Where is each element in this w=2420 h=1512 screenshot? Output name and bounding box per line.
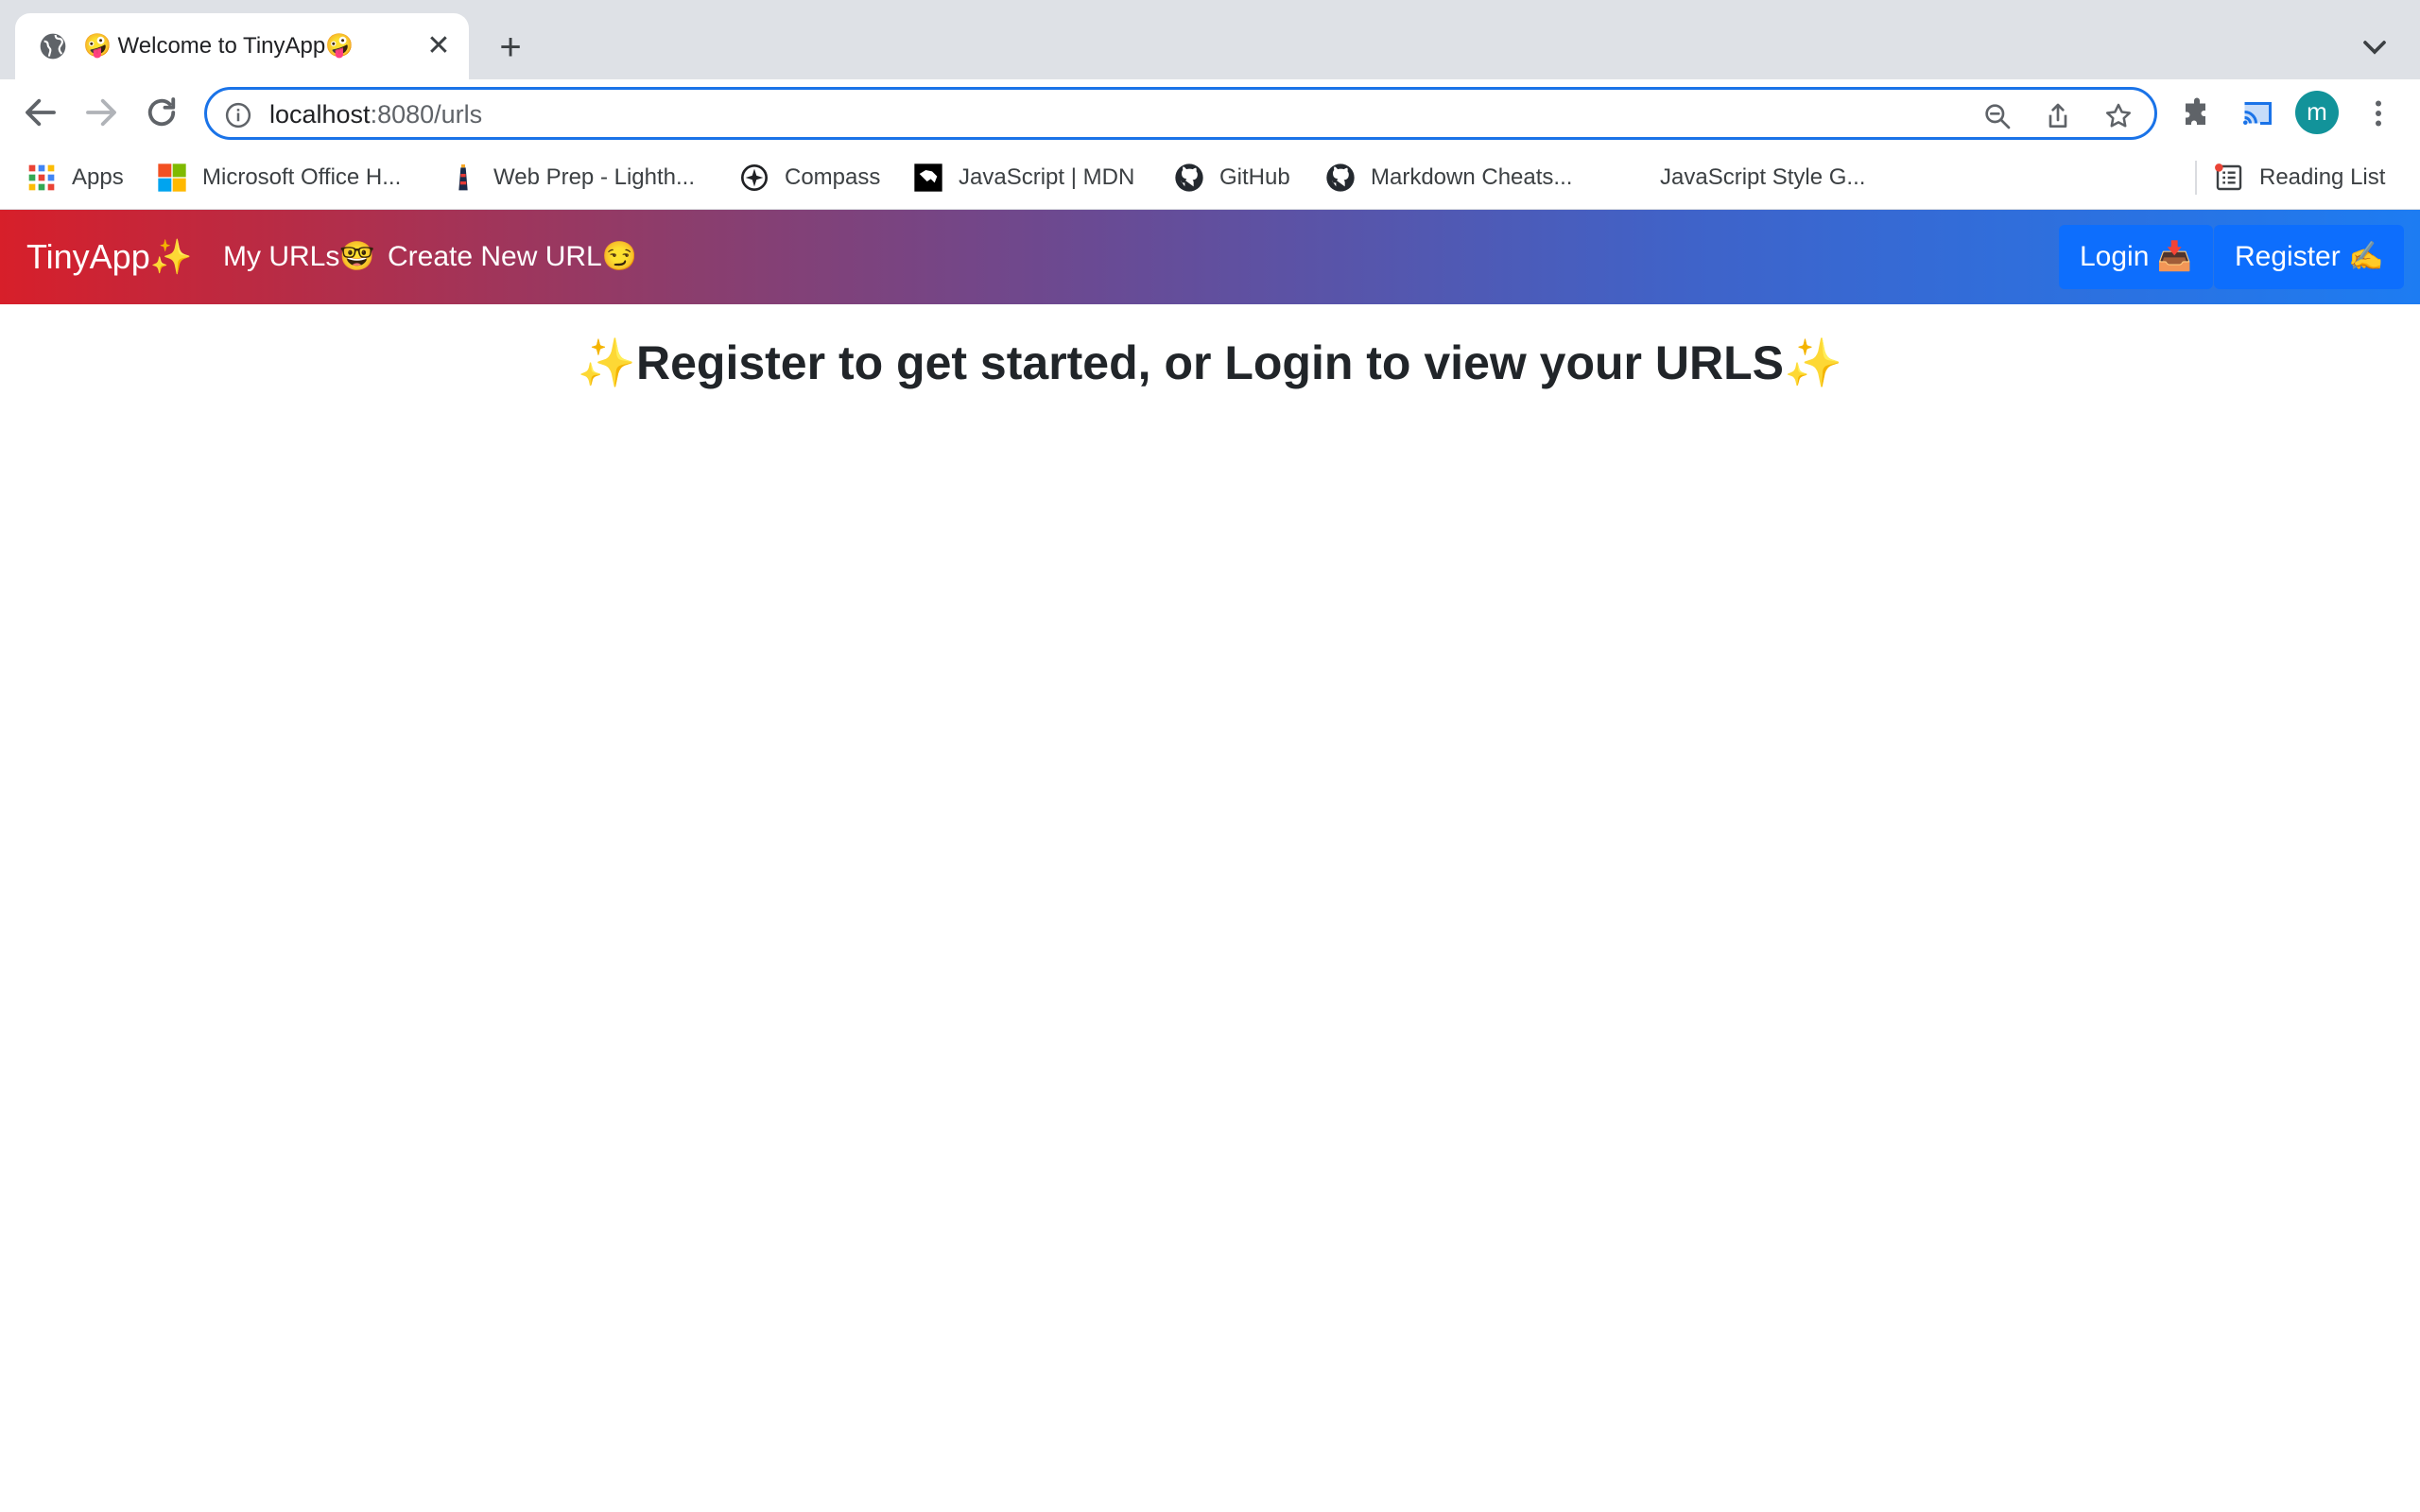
reading-list-icon bbox=[2215, 163, 2242, 191]
more-vert-icon[interactable] bbox=[2361, 96, 2395, 130]
share-icon[interactable] bbox=[2043, 101, 2073, 131]
address-bar[interactable]: localhost:8080/urls bbox=[204, 87, 2157, 140]
bookmark-label: Compass bbox=[785, 164, 881, 190]
bookmark-javascript-style-guide[interactable]: JavaScript Style G... bbox=[1660, 159, 1865, 197]
bookmark-label: Markdown Cheats... bbox=[1371, 164, 1573, 190]
zoom-out-icon[interactable] bbox=[1982, 101, 2013, 131]
app-navbar: TinyApp✨ My URLs🤓 Create New URL😏 Login … bbox=[0, 210, 2420, 304]
back-arrow-icon[interactable] bbox=[21, 93, 60, 132]
url-host: localhost bbox=[269, 100, 371, 129]
mdn-icon bbox=[914, 163, 942, 192]
browser-tab[interactable]: 🤪 Welcome to TinyApp🤪 ✕ bbox=[15, 13, 469, 79]
reading-list-label: Reading List bbox=[2259, 164, 2386, 190]
browser-toolbar: localhost:8080/urls m bbox=[0, 79, 2420, 146]
bookmarks-bar: Apps Microsoft Office H... Web Prep - Li… bbox=[0, 146, 2420, 210]
reload-icon[interactable] bbox=[142, 93, 182, 132]
bookmark-star-icon[interactable] bbox=[2103, 101, 2134, 131]
info-icon[interactable] bbox=[224, 101, 252, 129]
nav-link-my-urls[interactable]: My URLs🤓 bbox=[223, 240, 375, 274]
profile-avatar[interactable]: m bbox=[2295, 91, 2339, 134]
new-tab-button[interactable]: + bbox=[492, 28, 529, 66]
url-path: :8080/urls bbox=[370, 100, 483, 129]
register-button[interactable]: Register ✍️ bbox=[2214, 225, 2405, 289]
bookmark-apps[interactable]: Apps bbox=[26, 159, 124, 197]
microsoft-logo-icon bbox=[158, 163, 186, 192]
page-headline: ✨Register to get started, or Login to vi… bbox=[577, 336, 1843, 389]
compass-icon bbox=[741, 164, 768, 191]
bookmarks-divider bbox=[2195, 161, 2197, 195]
chevron-down-icon[interactable] bbox=[2356, 28, 2394, 66]
bookmark-label: GitHub bbox=[1219, 164, 1290, 190]
bookmark-github[interactable]: GitHub bbox=[1174, 159, 1290, 197]
cast-icon[interactable] bbox=[2240, 96, 2274, 130]
bookmark-web-prep[interactable]: Web Prep - Lighth... bbox=[448, 159, 695, 197]
brand-link[interactable]: TinyApp✨ bbox=[26, 236, 193, 278]
github-icon bbox=[1326, 163, 1355, 192]
forward-arrow-icon[interactable] bbox=[81, 93, 121, 132]
tab-strip: 🤪 Welcome to TinyApp🤪 ✕ + bbox=[0, 0, 2420, 79]
nav-link-create-new-url[interactable]: Create New URL😏 bbox=[388, 240, 637, 274]
bookmark-mdn[interactable]: JavaScript | MDN bbox=[913, 159, 1134, 197]
reading-list[interactable]: Reading List bbox=[2214, 159, 2385, 197]
bookmark-microsoft-office[interactable]: Microsoft Office H... bbox=[157, 159, 401, 197]
bookmark-label: JavaScript | MDN bbox=[959, 164, 1135, 190]
bookmark-label: Apps bbox=[72, 164, 124, 190]
github-icon bbox=[1175, 163, 1203, 192]
lighthouse-icon bbox=[458, 164, 468, 191]
bookmark-markdown-cheatsheet[interactable]: Markdown Cheats... bbox=[1325, 159, 1572, 197]
bookmark-compass[interactable]: Compass bbox=[739, 159, 880, 197]
apps-grid-icon bbox=[28, 164, 55, 191]
globe-icon bbox=[40, 33, 66, 60]
url-text[interactable]: localhost:8080/urls bbox=[269, 99, 482, 129]
extensions-puzzle-icon[interactable] bbox=[2180, 96, 2214, 130]
tab-close-icon[interactable]: ✕ bbox=[424, 31, 454, 61]
login-button[interactable]: Login 📥 bbox=[2059, 225, 2214, 289]
bookmark-label: Microsoft Office H... bbox=[202, 164, 402, 190]
bookmark-label: Web Prep - Lighth... bbox=[493, 164, 695, 190]
tab-title: 🤪 Welcome to TinyApp🤪 bbox=[83, 33, 354, 59]
bookmark-label: JavaScript Style G... bbox=[1660, 164, 1866, 190]
